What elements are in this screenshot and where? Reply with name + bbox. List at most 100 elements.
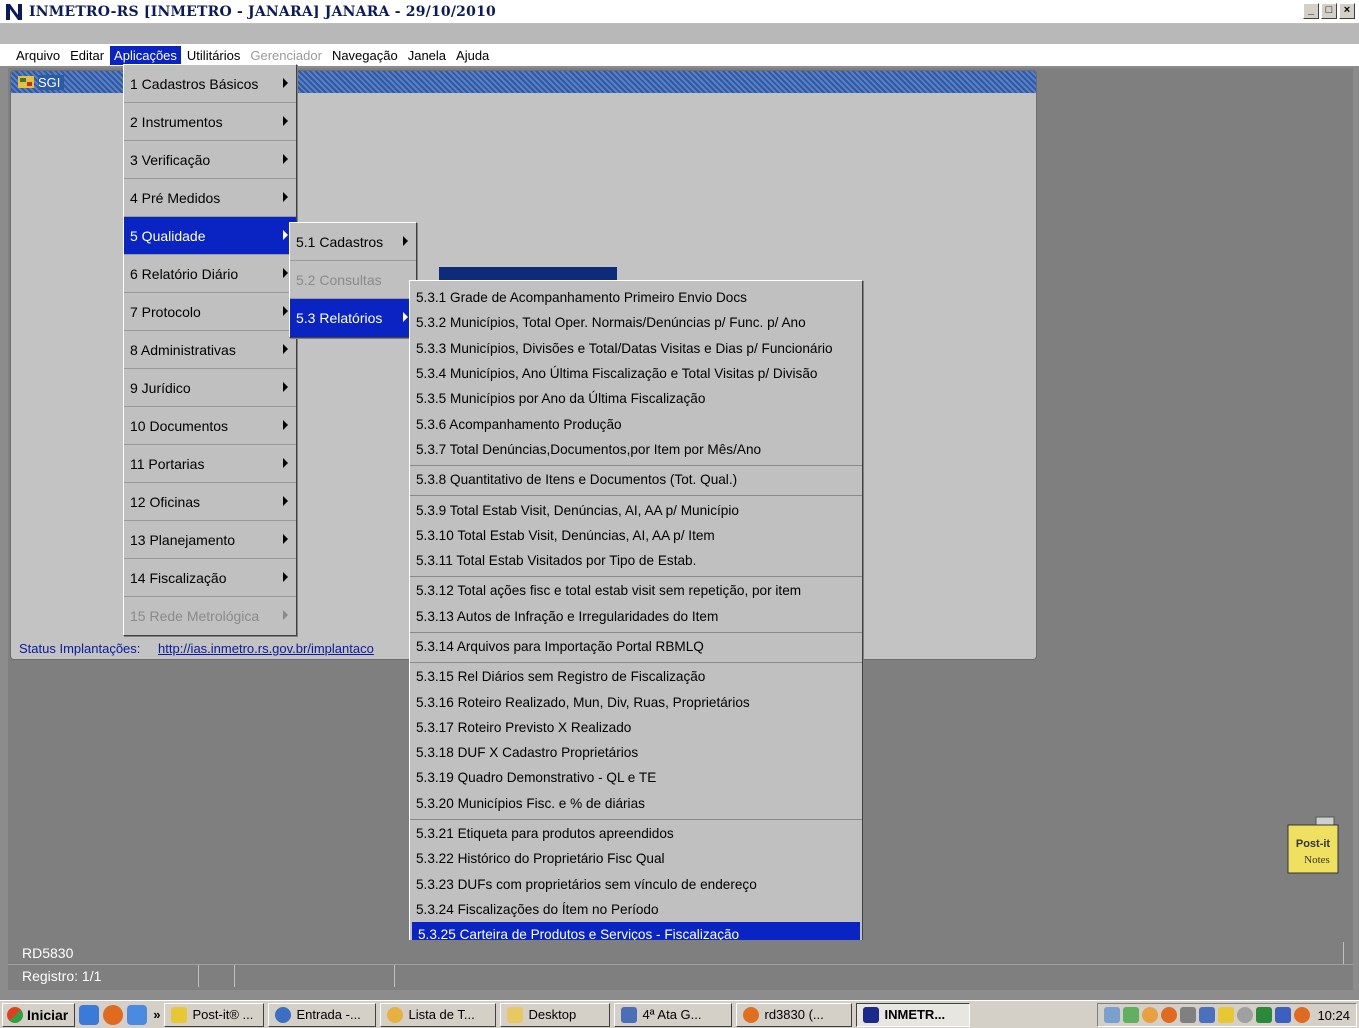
menu-utilitarios[interactable]: Utilitários bbox=[183, 46, 244, 65]
menu-item-report[interactable]: 5.3.9 Total Estab Visit, Denúncias, AI, … bbox=[410, 497, 862, 522]
menu-item-planejamento[interactable]: 13 Planejamento bbox=[124, 521, 296, 559]
menu-janela[interactable]: Janela bbox=[404, 46, 450, 65]
menu-item-report[interactable]: 5.3.6 Acompanhamento Produção bbox=[410, 411, 862, 436]
menu-item-report[interactable]: 5.3.23 DUFs com proprietários sem víncul… bbox=[410, 872, 862, 897]
menu-item-label: 5.1 Cadastros bbox=[296, 233, 384, 250]
window-controls: _ □ × bbox=[1303, 3, 1355, 19]
tray-app-icon[interactable] bbox=[1199, 1007, 1216, 1023]
menu-item-report[interactable]: 5.3.20 Municípios Fisc. e % de diárias bbox=[410, 791, 862, 816]
statusbar-row-1: RD5830 bbox=[8, 942, 1353, 964]
task-inmetro[interactable]: INMETR... bbox=[856, 1002, 971, 1027]
status-link[interactable]: http://ias.inmetro.rs.gov.br/implantaco bbox=[158, 641, 374, 656]
tray-display-icon[interactable] bbox=[1275, 1007, 1292, 1023]
submenu-arrow-icon bbox=[283, 78, 288, 88]
desktop-quicklaunch-icon[interactable] bbox=[127, 1004, 148, 1025]
postit-notes-icon[interactable]: Post-it Notes bbox=[1286, 815, 1340, 875]
menu-item-report[interactable]: 5.3.5 Municípios por Ano da Última Fisca… bbox=[410, 386, 862, 411]
menu-item-report[interactable]: 5.3.1 Grade de Acompanhamento Primeiro E… bbox=[410, 285, 862, 310]
word-task-icon bbox=[621, 1006, 638, 1023]
menu-item-relatorio-diario[interactable]: 6 Relatório Diário bbox=[124, 255, 296, 293]
menu-item-report[interactable]: 5.3.21 Etiqueta para produtos apreendido… bbox=[410, 821, 862, 846]
status-label: Status Implantações: bbox=[19, 641, 141, 656]
tray-network-icon[interactable] bbox=[1104, 1007, 1121, 1023]
menu-item-report[interactable]: 5.3.17 Roteiro Previsto X Realizado bbox=[410, 715, 862, 740]
menu-item-instrumentos[interactable]: 2 Instrumentos bbox=[124, 103, 296, 141]
tray-orange-icon[interactable] bbox=[1294, 1007, 1311, 1023]
menu-item-report[interactable]: 5.3.8 Quantitativo de Itens e Documentos… bbox=[410, 467, 862, 492]
menu-item-report[interactable]: 5.3.15 Rel Diários sem Registro de Fisca… bbox=[410, 664, 862, 689]
menu-item-label: 14 Fiscalização bbox=[130, 569, 227, 586]
maximize-button[interactable]: □ bbox=[1321, 3, 1337, 19]
menu-item-report[interactable]: 5.3.13 Autos de Infração e Irregularidad… bbox=[410, 604, 862, 629]
task-entrada[interactable]: Entrada -... bbox=[268, 1002, 377, 1027]
menu-item-cadastros-basicos[interactable]: 1 Cadastros Básicos bbox=[124, 65, 296, 103]
quicklaunch-more-icon[interactable]: » bbox=[153, 1007, 160, 1022]
submenu-arrow-icon bbox=[403, 236, 408, 246]
menu-item-verificacao[interactable]: 3 Verificação bbox=[124, 141, 296, 179]
tray-firefox-icon[interactable] bbox=[1161, 1007, 1178, 1023]
menu-item-protocolo[interactable]: 7 Protocolo bbox=[124, 293, 296, 331]
menu-editar[interactable]: Editar bbox=[66, 46, 108, 65]
menu-item-report[interactable]: 5.3.16 Roteiro Realizado, Mun, Div, Ruas… bbox=[410, 689, 862, 714]
menu-item-label: 5.3 Relatórios bbox=[296, 310, 383, 326]
task-label: INMETR... bbox=[884, 1007, 946, 1022]
menu-item-report[interactable]: 5.3.18 DUF X Cadastro Proprietários bbox=[410, 740, 862, 765]
menu-item-juridico[interactable]: 9 Jurídico bbox=[124, 369, 296, 407]
menu-aplicacoes[interactable]: Aplicações bbox=[110, 45, 181, 65]
task-rd3830[interactable]: rd3830 (... bbox=[736, 1002, 853, 1027]
menu-group: 5.3.14 Arquivos para Importação Portal R… bbox=[410, 633, 862, 664]
menu-item-label: 7 Protocolo bbox=[130, 303, 201, 320]
menubar: Arquivo Editar Aplicações Utilitários Ge… bbox=[0, 44, 1359, 66]
close-button[interactable]: × bbox=[1339, 3, 1355, 19]
menu-arquivo[interactable]: Arquivo bbox=[12, 46, 64, 65]
task-desktop[interactable]: Desktop bbox=[500, 1002, 611, 1027]
menu-item-documentos[interactable]: 10 Documentos bbox=[124, 407, 296, 445]
menu-navegacao[interactable]: Navegação bbox=[328, 46, 402, 65]
tray-misc-icon[interactable] bbox=[1237, 1007, 1254, 1023]
menu-item-label: 6 Relatório Diário bbox=[130, 265, 239, 282]
menu-item-oficinas[interactable]: 12 Oficinas bbox=[124, 483, 296, 521]
task-lista[interactable]: Lista de T... bbox=[380, 1002, 497, 1027]
menu-ajuda[interactable]: Ajuda bbox=[452, 46, 493, 65]
ie-quicklaunch-icon[interactable] bbox=[79, 1004, 100, 1025]
menu-item-portarias[interactable]: 11 Portarias bbox=[124, 445, 296, 483]
menu-item-label: 12 Oficinas bbox=[130, 493, 201, 510]
menu-item-report[interactable]: 5.3.14 Arquivos para Importação Portal R… bbox=[410, 634, 862, 659]
menu-item-pre-medidos[interactable]: 4 Pré Medidos bbox=[124, 179, 296, 217]
menu-item-report[interactable]: 5.3.2 Municípios, Total Oper. Normais/De… bbox=[410, 310, 862, 335]
tray-postit-icon[interactable] bbox=[1218, 1007, 1235, 1023]
menu-item-report[interactable]: 5.3.4 Municípios, Ano Última Fiscalizaçã… bbox=[410, 361, 862, 386]
window-title: INMETRO-RS [INMETRO - JANARA] JANARA - 2… bbox=[29, 3, 496, 20]
postit-label-2: Notes bbox=[1304, 854, 1330, 866]
menu-item-qualidade[interactable]: 5 Qualidade bbox=[124, 217, 296, 255]
menu-item-report[interactable]: 5.3.22 Histórico do Proprietário Fisc Qu… bbox=[410, 846, 862, 871]
menu-item-label: 4 Pré Medidos bbox=[130, 189, 221, 206]
tray-v-icon[interactable] bbox=[1256, 1007, 1273, 1023]
menu-item-qualidade-relatorios[interactable]: 5.3 Relatórios bbox=[290, 299, 416, 337]
menu-item-report[interactable]: 5.3.19 Quadro Demonstrativo - QL e TE bbox=[410, 765, 862, 790]
menu-item-fiscalizacao[interactable]: 14 Fiscalização bbox=[124, 559, 296, 597]
tray-volume-icon[interactable] bbox=[1180, 1007, 1197, 1023]
menu-item-label: 3 Verificação bbox=[130, 151, 211, 168]
tray-update-icon[interactable] bbox=[1142, 1007, 1159, 1023]
menu-item-report[interactable]: 5.3.24 Fiscalizações do Ítem no Período bbox=[410, 897, 862, 922]
menu-item-qualidade-cadastros[interactable]: 5.1 Cadastros bbox=[290, 223, 416, 261]
start-button[interactable]: Iniciar bbox=[2, 1002, 76, 1027]
menu-item-report[interactable]: 5.3.10 Total Estab Visit, Denúncias, AI,… bbox=[410, 523, 862, 548]
tray-security-icon[interactable] bbox=[1123, 1007, 1140, 1023]
firefox-quicklaunch-icon[interactable] bbox=[103, 1004, 124, 1025]
menu-item-report[interactable]: 5.3.12 Total ações fisc e total estab vi… bbox=[410, 578, 862, 603]
task-postit[interactable]: Post-it® ... bbox=[164, 1002, 265, 1027]
submenu-arrow-icon bbox=[283, 572, 288, 582]
menu-item-administrativas[interactable]: 8 Administrativas bbox=[124, 331, 296, 369]
menu-item-report[interactable]: 5.3.3 Municípios, Divisões e Total/Datas… bbox=[410, 336, 862, 361]
menu-item-report[interactable]: 5.3.7 Total Denúncias,Documentos,por Ite… bbox=[410, 437, 862, 462]
menu-group: 5.3.15 Rel Diários sem Registro de Fisca… bbox=[410, 663, 862, 820]
minimize-button[interactable]: _ bbox=[1303, 3, 1319, 19]
menu-item-report[interactable]: 5.3.11 Total Estab Visitados por Tipo de… bbox=[410, 548, 862, 573]
task-ata[interactable]: 4ª Ata G... bbox=[614, 1002, 733, 1027]
submenu-arrow-icon bbox=[283, 534, 288, 544]
menu-item-label: 5 Qualidade bbox=[130, 227, 206, 244]
menu-group: 5.3.8 Quantitativo de Itens e Documentos… bbox=[410, 466, 862, 497]
task-label: 4ª Ata G... bbox=[642, 1007, 702, 1022]
